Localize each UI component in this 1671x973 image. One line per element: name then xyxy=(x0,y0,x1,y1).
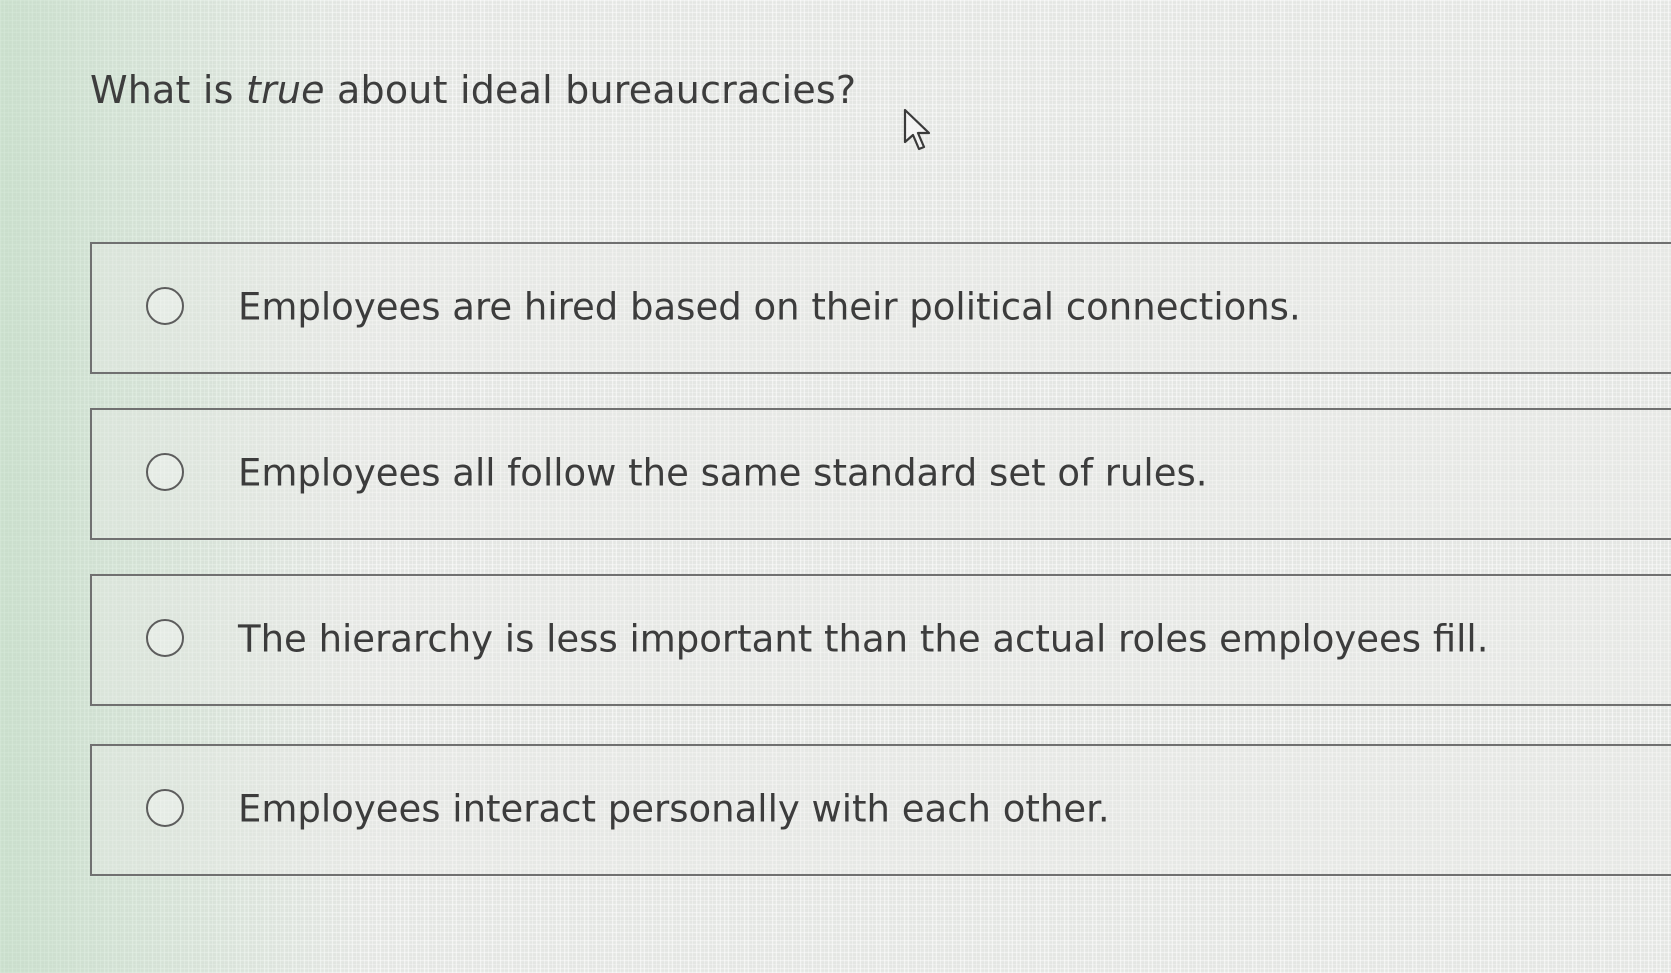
mouse-pointer-icon xyxy=(903,108,931,151)
answer-option-3[interactable]: The hierarchy is less important than the… xyxy=(90,574,1671,706)
answer-option-label: Employees all follow the same standard s… xyxy=(238,451,1208,495)
answer-option-2[interactable]: Employees all follow the same standard s… xyxy=(90,408,1671,540)
question-emphasis: true xyxy=(245,68,325,112)
answer-option-label: Employees are hired based on their polit… xyxy=(238,285,1301,329)
answer-option-1[interactable]: Employees are hired based on their polit… xyxy=(90,242,1671,374)
radio-unchecked-icon[interactable] xyxy=(146,789,184,827)
radio-unchecked-icon[interactable] xyxy=(146,619,184,657)
answer-option-label: The hierarchy is less important than the… xyxy=(238,617,1489,661)
question-text: What is true about ideal bureaucracies? xyxy=(90,68,856,112)
question-suffix: about ideal bureaucracies? xyxy=(324,68,857,112)
answer-option-label: Employees interact personally with each … xyxy=(238,787,1110,831)
answer-option-4[interactable]: Employees interact personally with each … xyxy=(90,744,1671,876)
radio-unchecked-icon[interactable] xyxy=(146,453,184,491)
radio-unchecked-icon[interactable] xyxy=(146,287,184,325)
question-prefix: What is xyxy=(90,68,246,112)
